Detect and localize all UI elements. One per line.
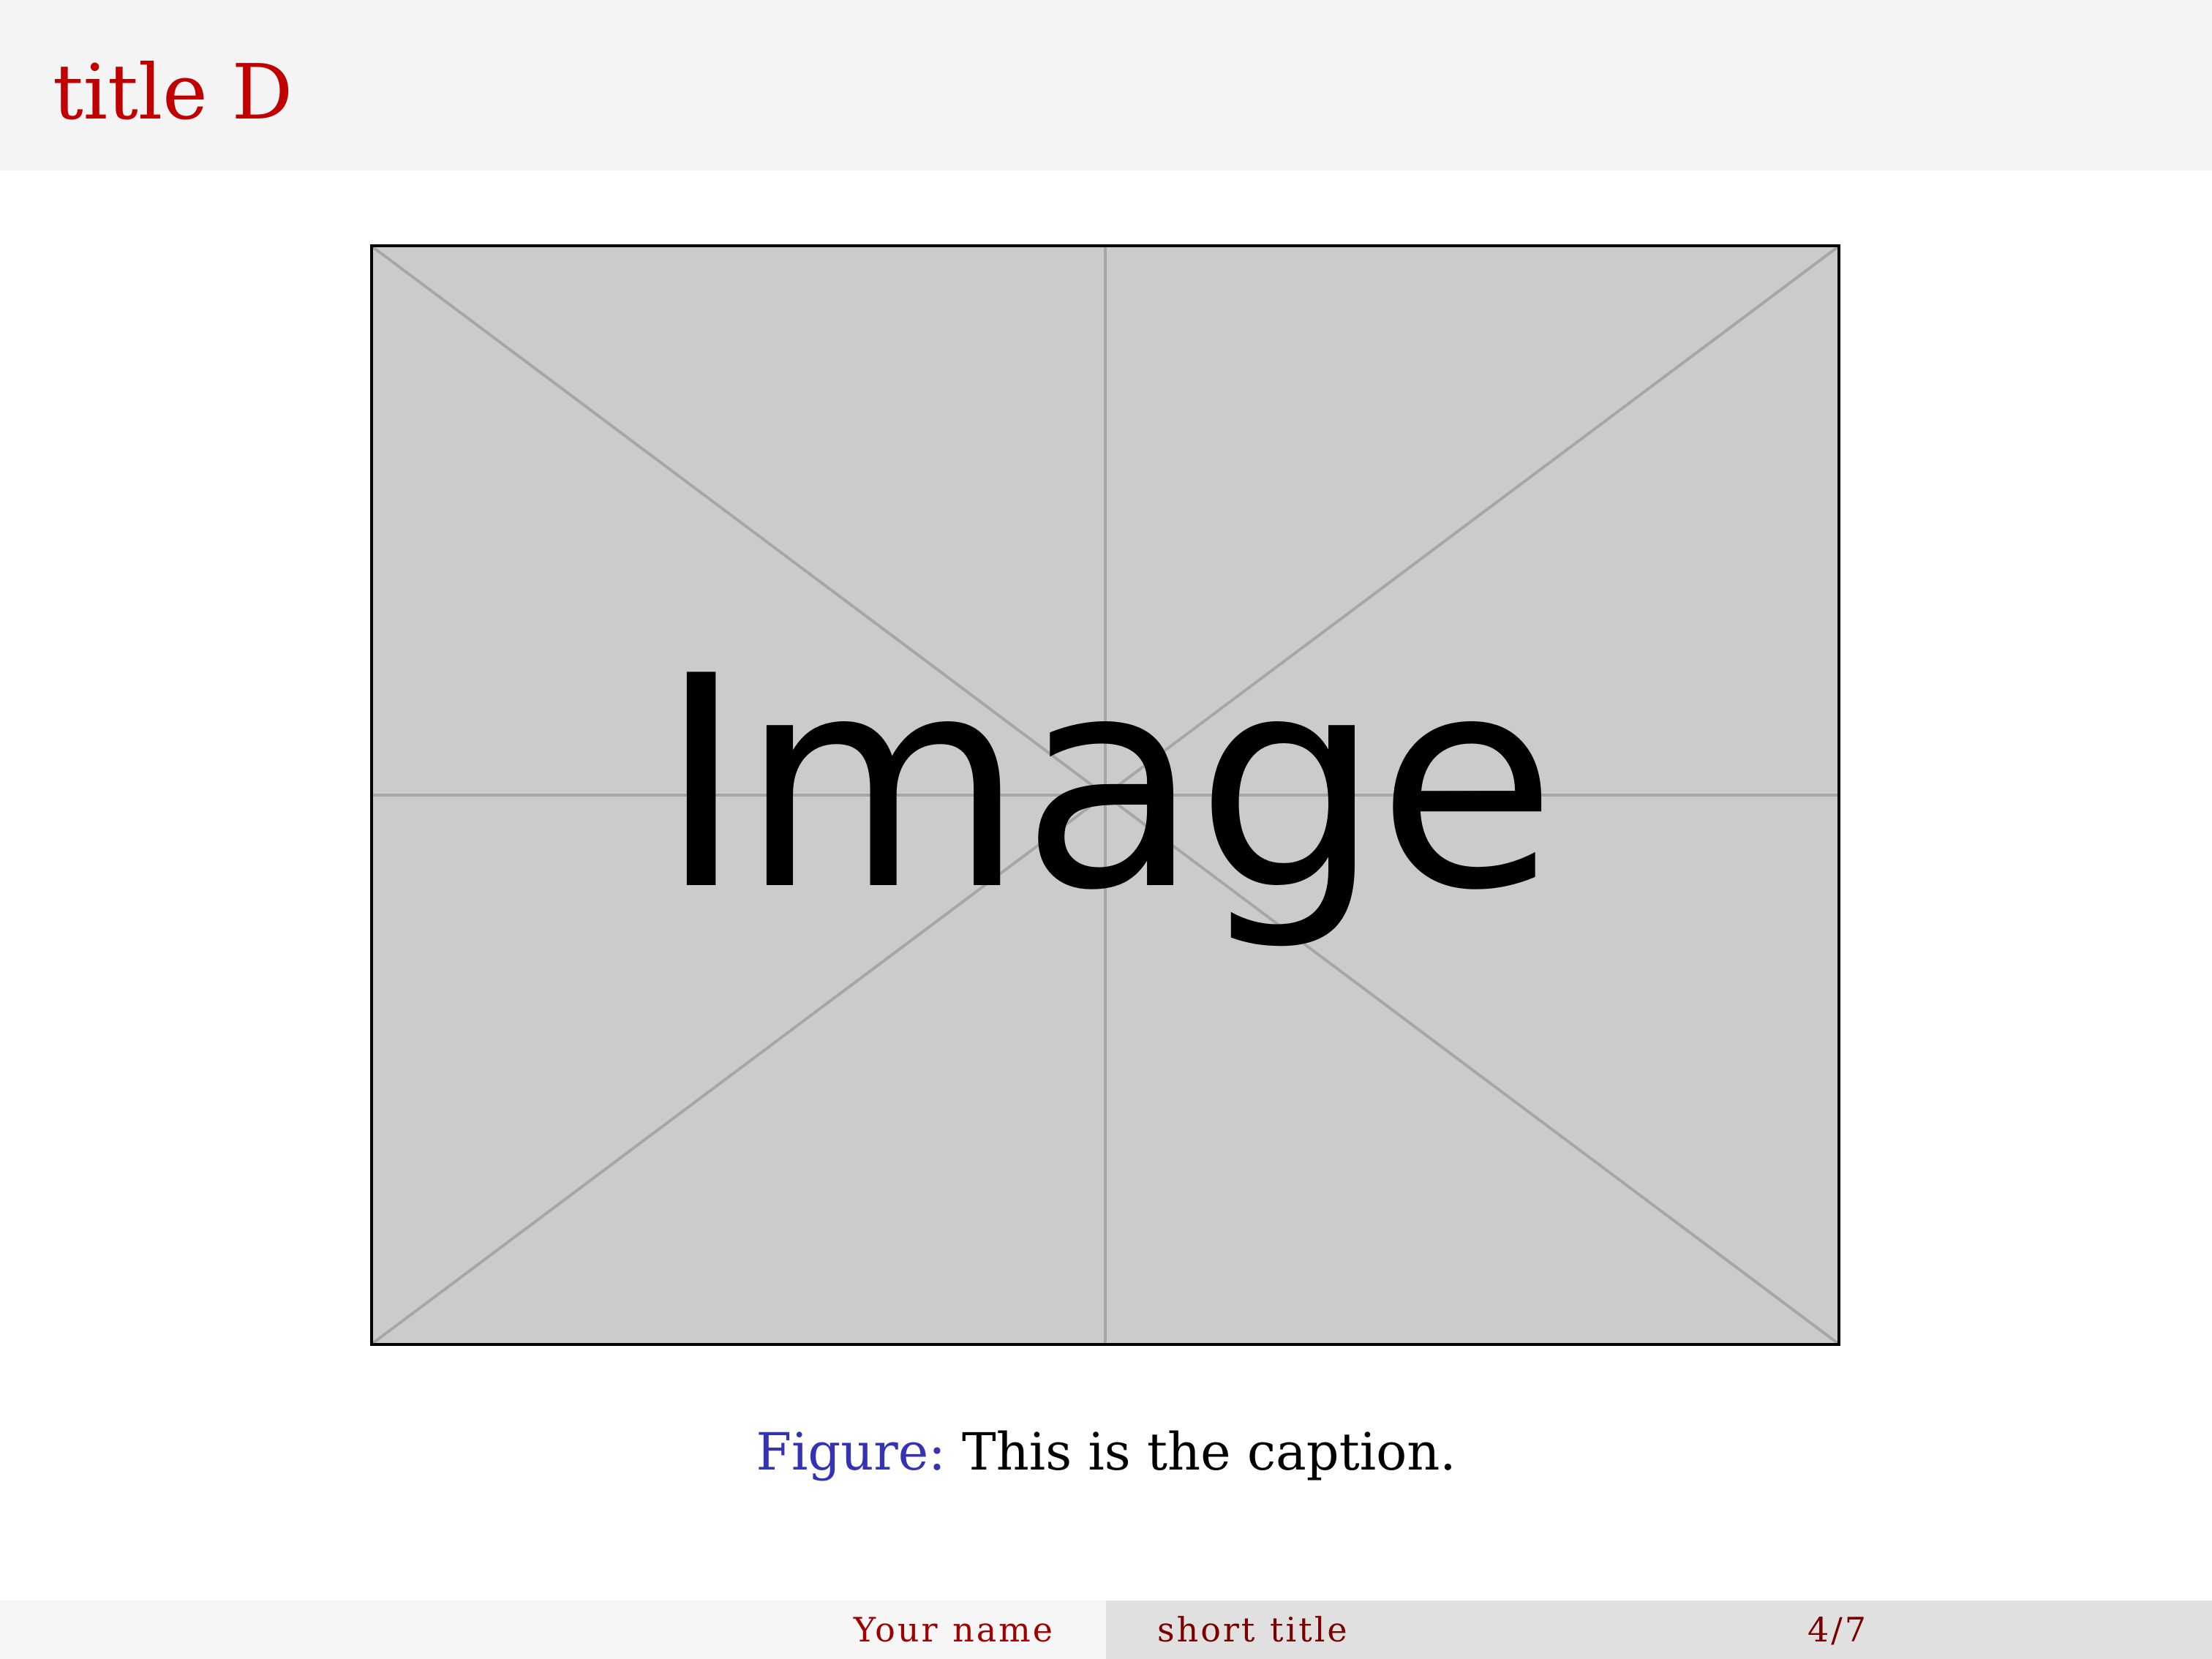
caption-label: Figure: [756,1422,946,1482]
footer-left-panel: Your name [0,1600,1106,1659]
placeholder-label: Image [658,614,1557,955]
slide-title: title D [53,48,293,137]
figure-caption: Figure: This is the caption. [0,1419,2212,1485]
footer-page-number: 4/7 [1807,1610,1868,1649]
caption-text: This is the caption. [962,1422,1456,1482]
footer-right-panel: short title 4/7 [1106,1600,2212,1659]
footer-short-title: short title [1157,1610,1350,1649]
slide-footer: Your name short title 4/7 [0,1600,2212,1659]
placeholder-image: Image [370,244,1840,1346]
footer-author: Your name [853,1610,1055,1649]
slide-header: title D [0,0,2212,170]
